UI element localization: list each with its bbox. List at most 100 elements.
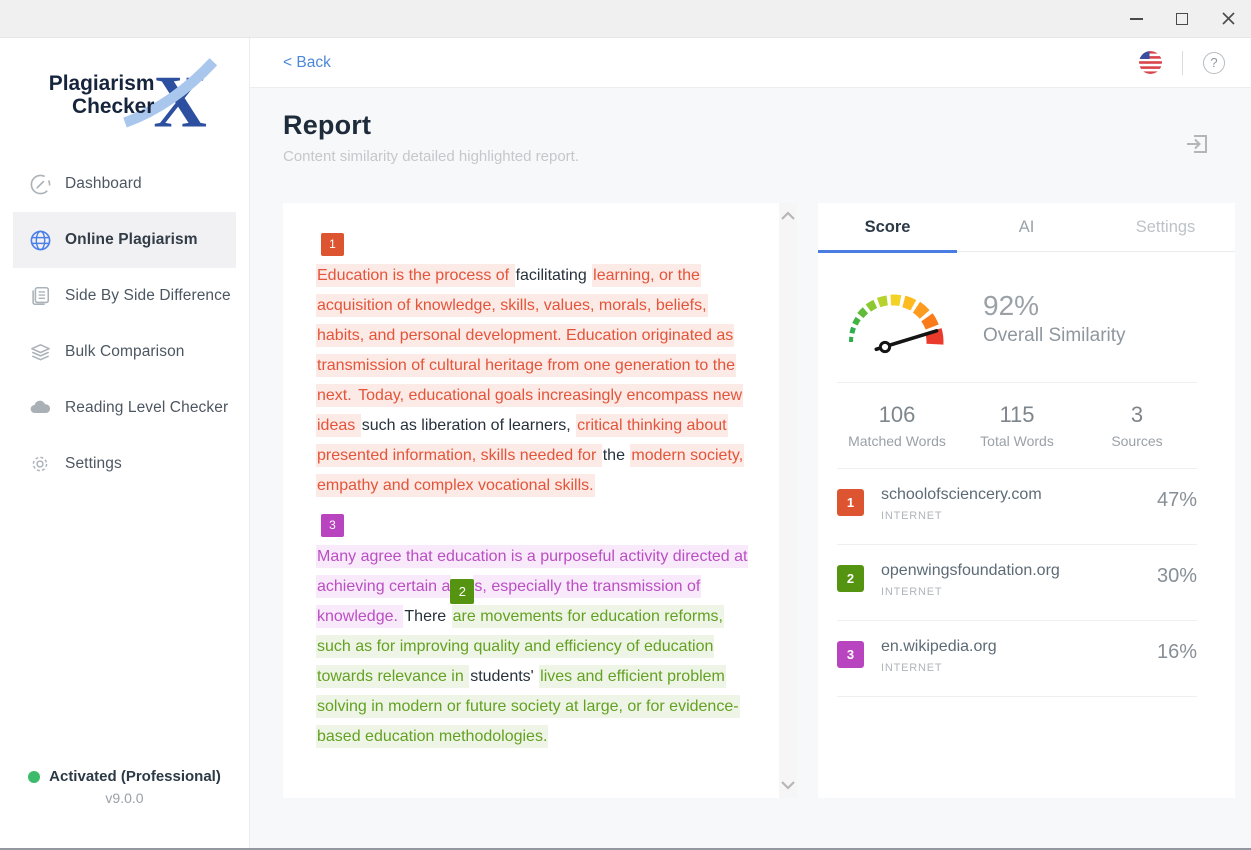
sidebar-item-bulk-comparison[interactable]: Bulk Comparison — [13, 324, 236, 380]
plain-text: There — [403, 605, 451, 628]
sidebar-item-label: Settings — [65, 455, 122, 473]
divider — [837, 696, 1197, 697]
score-panel-tabs: ScoreAISettings — [818, 203, 1235, 252]
page-subtitle: Content similarity detailed highlighted … — [283, 148, 1251, 165]
stat-sources: 3 Sources — [1077, 402, 1197, 449]
gear-icon — [28, 452, 52, 476]
main-area: Report Content similarity detailed highl… — [250, 88, 1251, 848]
source-number-badge: 2 — [837, 565, 864, 592]
document-scrollbar[interactable] — [779, 203, 797, 798]
report-header: Report Content similarity detailed highl… — [250, 88, 1251, 165]
close-button[interactable] — [1205, 0, 1251, 38]
scroll-down-icon[interactable] — [780, 780, 796, 790]
sidebar-item-dashboard[interactable]: Dashboard — [13, 156, 236, 212]
source-domain[interactable]: en.wikipedia.org — [881, 638, 997, 656]
help-button[interactable]: ? — [1203, 52, 1225, 74]
source-type: INTERNET — [881, 662, 997, 674]
app-logo: X Plagiarism Checker — [0, 38, 249, 134]
sidebar-item-label: Bulk Comparison — [65, 343, 185, 361]
stat-total-words: 115 Total Words — [957, 402, 1077, 449]
matched-text-highlight[interactable]: Education is the process of — [316, 264, 515, 287]
document-panel: 1 Education is the process of facilitatin… — [283, 203, 797, 798]
tab-settings[interactable]: Settings — [1096, 203, 1235, 251]
question-icon: ? — [1210, 55, 1217, 70]
status-dot — [28, 771, 40, 783]
source-match-badge[interactable]: 1 — [321, 233, 344, 256]
source-info: schoolofsciencery.com INTERNET — [881, 486, 1042, 522]
source-number-badge: 1 — [837, 489, 864, 516]
source-info: en.wikipedia.org INTERNET — [881, 638, 997, 674]
sidebar-item-side-by-side-difference[interactable]: Side By Side Difference — [13, 268, 236, 324]
stat-value: 106 — [837, 402, 957, 428]
badge-row: 3 — [316, 510, 755, 537]
similarity-gauge-icon — [835, 278, 961, 358]
source-type: INTERNET — [881, 586, 1060, 598]
stat-label: Sources — [1077, 433, 1197, 449]
cloud-icon — [28, 396, 52, 420]
tab-ai[interactable]: AI — [957, 203, 1096, 251]
stat-value: 115 — [957, 402, 1077, 428]
badge-row: 1 — [316, 229, 755, 256]
topbar-divider — [1182, 51, 1183, 75]
side-by-side-icon — [28, 284, 52, 308]
export-report-button[interactable] — [1185, 132, 1209, 156]
source-percent: 30% — [1157, 562, 1197, 588]
window-titlebar — [0, 0, 1251, 38]
activation-status: Activated (Professional) v9.0.0 — [0, 768, 249, 806]
sidebar-item-label: Side By Side Difference — [65, 287, 231, 305]
source-info: openwingsfoundation.org INTERNET — [881, 562, 1060, 598]
source-domain[interactable]: schoolofsciencery.com — [881, 486, 1042, 504]
sidebar-item-label: Reading Level Checker — [65, 399, 228, 417]
dashboard-gauge-icon — [28, 172, 52, 196]
sidebar-item-reading-level-checker[interactable]: Reading Level Checker — [13, 380, 236, 436]
source-row[interactable]: 3 en.wikipedia.org INTERNET 16% — [818, 621, 1235, 696]
source-number-badge: 3 — [837, 641, 864, 668]
overall-similarity-block: 92% Overall Similarity — [818, 252, 1235, 382]
overall-similarity-percent: 92% — [983, 290, 1126, 322]
minimize-button[interactable] — [1113, 0, 1159, 38]
globe-icon — [28, 228, 52, 252]
logo-line1: Plagiarism — [48, 72, 154, 95]
app-window: X Plagiarism Checker Dashboard Online Pla… — [0, 0, 1251, 850]
score-panel: ScoreAISettings 92% Overall Similarity 1… — [818, 203, 1235, 798]
source-row[interactable]: 2 openwingsfoundation.org INTERNET 30% — [818, 545, 1235, 620]
sidebar-item-settings[interactable]: Settings — [13, 436, 236, 492]
version-label: v9.0.0 — [0, 790, 249, 806]
stat-value: 3 — [1077, 402, 1197, 428]
stat-label: Matched Words — [837, 433, 957, 449]
sidebar-item-online-plagiarism[interactable]: Online Plagiarism — [13, 212, 236, 268]
plain-text: such as liberation of learners, — [361, 414, 576, 437]
maximize-button[interactable] — [1159, 0, 1205, 38]
plain-text: the — [602, 444, 631, 467]
sidebar-item-label: Online Plagiarism — [65, 231, 198, 249]
topbar: < Back ? — [250, 38, 1251, 88]
source-percent: 16% — [1157, 638, 1197, 664]
source-match-badge[interactable]: 3 — [321, 514, 344, 537]
source-match-badge-inline[interactable]: 2 — [450, 579, 474, 604]
close-icon — [1222, 12, 1235, 25]
sources-list: 1 schoolofsciencery.com INTERNET 47% 2 openwi… — [818, 469, 1235, 697]
source-domain[interactable]: openwingsfoundation.org — [881, 562, 1060, 580]
document-paragraph: 1 Education is the process of facilitatin… — [316, 229, 755, 501]
maximize-icon — [1176, 13, 1188, 25]
back-button[interactable]: < Back — [283, 54, 331, 72]
plain-text: facilitating — [515, 264, 593, 287]
source-percent: 47% — [1157, 486, 1197, 512]
scroll-up-icon[interactable] — [780, 211, 796, 221]
highlighted-document: 1 Education is the process of facilitatin… — [283, 203, 779, 772]
stat-matched-words: 106 Matched Words — [837, 402, 957, 449]
minimize-icon — [1130, 18, 1143, 20]
plain-text: students' — [469, 665, 539, 688]
sidebar: X Plagiarism Checker Dashboard Online Pla… — [0, 38, 250, 848]
logo-line2: Checker — [71, 95, 153, 118]
export-icon — [1185, 132, 1209, 156]
stat-label: Total Words — [957, 433, 1077, 449]
language-flag-button[interactable] — [1139, 51, 1162, 74]
source-row[interactable]: 1 schoolofsciencery.com INTERNET 47% — [818, 469, 1235, 544]
tab-score[interactable]: Score — [818, 203, 957, 251]
sidebar-item-label: Dashboard — [65, 175, 142, 193]
source-type: INTERNET — [881, 510, 1042, 522]
document-paragraph: 3Many agree that education is a purposef… — [316, 510, 755, 752]
overall-similarity-label: Overall Similarity — [983, 325, 1126, 347]
activation-label: Activated (Professional) — [49, 768, 221, 785]
